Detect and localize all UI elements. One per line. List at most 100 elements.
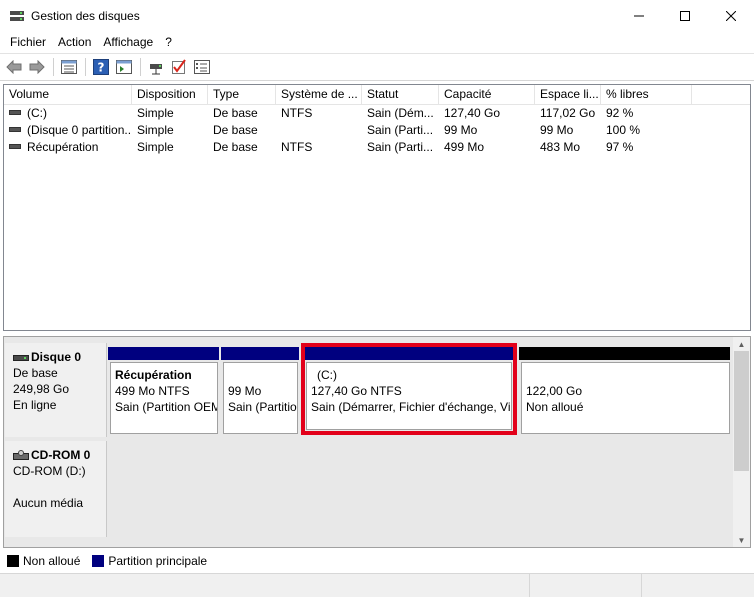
cell-capacity: 99 Mo (444, 123, 478, 137)
connect-icon[interactable] (147, 58, 165, 76)
back-icon[interactable] (5, 58, 23, 76)
maximize-icon (680, 10, 690, 21)
console-icon[interactable] (115, 58, 133, 76)
menu-action[interactable]: Action (52, 31, 97, 53)
column-header-volume[interactable]: Volume (4, 85, 132, 105)
title-bar: Gestion des disques (0, 0, 754, 31)
cell-capacity: 127,40 Go (444, 106, 501, 120)
disk-graphical-view: Disque 0 De base 249,98 Go En ligne Récu… (3, 336, 751, 548)
column-header-free-space[interactable]: Espace li... (535, 85, 601, 105)
column-header-file-system[interactable]: Système de ... (276, 85, 362, 105)
cell-volume: (C:) (4, 105, 132, 122)
cell-file-system: NTFS (281, 140, 313, 154)
column-header-status[interactable]: Statut (362, 85, 439, 105)
partition-name: Récupération (115, 368, 192, 382)
table-row[interactable]: (C:) Simple De base NTFS Sain (Dém... 12… (4, 105, 750, 122)
column-header-disposition[interactable]: Disposition (132, 85, 208, 105)
cell-percent-free: 97 % (606, 140, 634, 154)
status-cell (642, 574, 754, 597)
legend: Non alloué Partition principale (3, 551, 751, 571)
cdrom-0-size (13, 479, 98, 495)
status-cell (530, 574, 642, 597)
partition-status: Non alloué (526, 400, 584, 414)
disk-pane-scrollbar[interactable]: ▲ ▼ (733, 337, 750, 547)
partition-bar-primary (108, 347, 219, 360)
volume-list-header: Volume Disposition Type Système de ... S… (4, 85, 750, 105)
window-title: Gestion des disques (31, 8, 140, 23)
disk-0-label[interactable]: Disque 0 De base 249,98 Go En ligne (5, 343, 107, 437)
partition-efi[interactable]: 99 Mo Sain (Partitio (223, 362, 298, 434)
toolbar-separator (85, 58, 86, 76)
partition-unallocated[interactable]: 122,00 Go Non alloué (521, 362, 730, 434)
menu-affichage[interactable]: Affichage (97, 31, 159, 53)
svg-text:?: ? (98, 61, 105, 75)
cell-status: Sain (Parti... (367, 140, 434, 154)
cell-free-space: 483 Mo (540, 140, 581, 154)
close-button[interactable] (708, 0, 754, 31)
cell-file-system: NTFS (281, 106, 313, 120)
forward-icon[interactable] (28, 58, 46, 76)
partition-bar-primary (221, 347, 299, 360)
cell-status: Sain (Parti... (367, 123, 434, 137)
legend-swatch-unallocated (7, 555, 19, 567)
help-icon[interactable]: ? (92, 58, 110, 76)
cell-percent-free: 100 % (606, 123, 641, 137)
cell-free-space: 99 Mo (540, 123, 574, 137)
column-header-type[interactable]: Type (208, 85, 276, 105)
cdrom-0-type: CD-ROM (D:) (13, 464, 86, 478)
check-icon[interactable] (170, 58, 188, 76)
properties-icon[interactable] (193, 58, 211, 76)
disk-list-icon[interactable] (60, 58, 78, 76)
column-header-capacity[interactable]: Capacité (439, 85, 535, 105)
disk-0-type: De base (13, 366, 58, 380)
scroll-up-icon[interactable]: ▲ (733, 337, 750, 351)
partition-recovery[interactable]: Récupération 499 Mo NTFS Sain (Partition… (110, 362, 218, 434)
volume-list: Volume Disposition Type Système de ... S… (3, 84, 751, 331)
legend-swatch-primary (92, 555, 105, 567)
menu-bar: Fichier Action Affichage ? (0, 31, 754, 53)
table-row[interactable]: Récupération Simple De base NTFS Sain (P… (4, 139, 750, 156)
toolbar-separator (140, 58, 141, 76)
cell-type: De base (213, 106, 258, 120)
disk-0-status: En ligne (13, 398, 57, 412)
toolbar-separator (53, 58, 54, 76)
cell-volume: (Disque 0 partition... (4, 122, 132, 139)
cdrom-0-label[interactable]: CD-ROM 0 CD-ROM (D:) Aucun média (5, 441, 107, 537)
drive-icon (9, 110, 21, 116)
cell-disposition: Simple (137, 140, 174, 154)
drive-icon (9, 127, 21, 133)
cell-disposition: Simple (137, 123, 174, 137)
toolbar: ? (0, 53, 754, 81)
close-icon (726, 10, 736, 21)
status-cell (0, 574, 530, 597)
minimize-button[interactable] (616, 0, 662, 31)
cdrom-0-name: CD-ROM 0 (31, 448, 91, 462)
partition-size: 499 Mo NTFS (115, 384, 190, 398)
partition-size: 99 Mo (228, 384, 262, 398)
table-row[interactable]: (Disque 0 partition... Simple De base Sa… (4, 122, 750, 139)
cell-file-system (276, 122, 362, 139)
scroll-thumb[interactable] (734, 351, 749, 471)
legend-label-unallocated: Non alloué (23, 554, 81, 568)
partition-name (228, 367, 293, 383)
disk-management-icon (10, 10, 24, 21)
disk-0-name: Disque 0 (31, 350, 82, 364)
cdrom-0-title: CD-ROM 0 (13, 447, 98, 463)
legend-label-primary: Partition principale (108, 554, 208, 568)
selection-highlight (301, 343, 517, 435)
cell-free-space: 117,02 Go (540, 106, 596, 120)
menu-help[interactable]: ? (159, 31, 178, 53)
minimize-icon (634, 15, 644, 16)
scroll-down-icon[interactable]: ▼ (733, 533, 750, 547)
partition-status: Sain (Partition OEM (115, 400, 218, 414)
cdrom-0-status: Aucun média (13, 496, 84, 510)
column-header-percent-free[interactable]: % libres (601, 85, 692, 105)
drive-icon (9, 144, 21, 150)
menu-fichier[interactable]: Fichier (4, 31, 52, 53)
cell-volume: Récupération (4, 139, 132, 156)
maximize-button[interactable] (662, 0, 708, 31)
cell-percent-free: 92 % (606, 106, 634, 120)
partition-size: 122,00 Go (526, 384, 583, 398)
cell-type: De base (213, 123, 258, 137)
disk-0-size: 249,98 Go (13, 382, 70, 396)
